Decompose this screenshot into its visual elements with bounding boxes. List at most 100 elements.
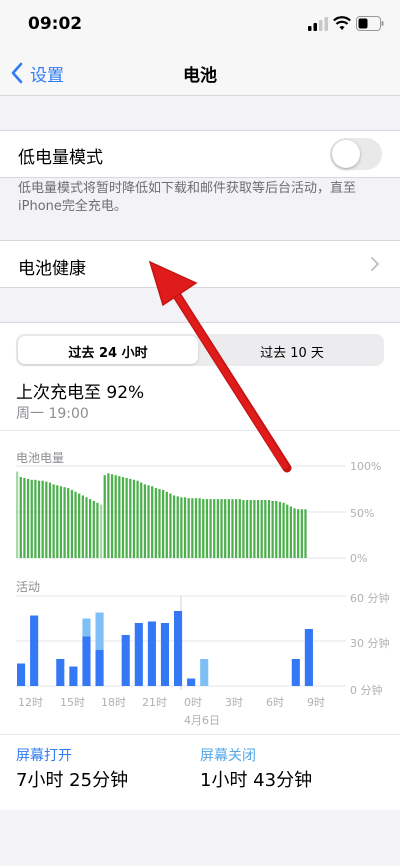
battery-bar [78,493,81,558]
battery-bar [209,499,212,558]
battery-bar [107,473,110,558]
battery-bar [140,482,143,558]
battery-bar [67,488,70,558]
battery-bar [30,479,33,558]
activity-bar-screen-on [134,623,143,686]
bottom-area [0,810,400,866]
battery-bar [132,479,136,558]
battery-bar [34,479,37,558]
battery-bar [205,499,209,558]
activity-bar-screen-on [56,659,65,686]
battery-bar [293,508,296,558]
battery-bar [194,498,198,558]
activity-bar-screen-off [95,612,104,650]
battery-level-chart [16,465,346,559]
battery-bar [176,496,179,558]
battery-bar [26,478,30,558]
date-label: 4月6日 [184,714,220,727]
screen-on-value: 7小时 25分钟 [16,770,129,791]
chevron-right-icon [371,257,380,271]
battery-bar [154,488,157,558]
battery-bar [48,482,52,558]
battery-bar [59,486,63,558]
activity-bar-screen-on [82,636,91,686]
battery-bar [169,493,172,558]
battery-bar [297,509,300,558]
battery-bar [282,502,285,558]
battery-bar [220,499,223,558]
battery-bar [129,478,132,558]
activity-bar-screen-on [95,650,104,686]
segment-24-hours[interactable]: 过去 24 小时 [16,342,200,361]
x-tick-18: 18时 [101,696,126,709]
activity-bar-screen-on [174,611,183,686]
activity-y-tick-60: 60 分钟 [350,592,390,605]
battery-health-label[interactable]: 电池健康 [18,254,86,279]
battery-bar [125,477,128,558]
activity-bar-screen-on [291,659,300,686]
battery-bar [52,484,55,558]
battery-bar [158,489,161,558]
battery-bar [238,499,241,558]
activity-bar-screen-on [160,623,170,686]
activity-bar-screen-on [69,666,78,686]
battery-bar [289,506,293,558]
battery-bar [180,497,183,558]
activity-bar-screen-on [304,629,313,686]
activity-chart [16,595,346,690]
x-tick-0: 0时 [184,696,202,709]
battery-bar [183,497,187,558]
battery-bar [165,491,168,558]
battery-bar [245,500,249,558]
battery-bar [118,476,121,558]
battery-bar [224,499,227,558]
activity-bar-screen-on [17,663,26,686]
battery-y-tick-50: 50% [350,507,375,520]
battery-bar [151,486,154,558]
battery-bar [264,500,267,558]
battery-bar [187,498,190,558]
battery-bar [110,474,114,558]
battery-bar [227,499,230,558]
battery-bar [74,491,77,558]
battery-bar [136,480,139,558]
battery-bar [304,509,307,558]
battery-bar [96,502,99,558]
battery-bar [41,480,44,558]
battery-bar [202,499,205,558]
battery-bar [147,485,150,558]
battery-bar [89,499,92,558]
battery-y-tick-0: 0% [350,552,368,565]
battery-bar [267,500,271,558]
low-power-mode-toggle[interactable] [330,138,382,170]
battery-bar [16,471,19,558]
low-power-mode-label: 低电量模式 [18,148,103,168]
activity-bar-screen-on [187,678,196,686]
battery-bar [114,475,117,558]
battery-bar [162,489,165,558]
toggle-knob [332,140,360,168]
battery-icon [356,16,384,31]
screen-on-label: 屏幕打开 [16,748,72,764]
battery-bar [231,499,234,558]
activity-bar-screen-off [200,659,209,686]
battery-bar [235,499,238,558]
segment-10-days[interactable]: 过去 10 天 [200,342,384,361]
battery-bar [81,495,84,558]
battery-bar [253,500,256,558]
battery-bar [242,500,245,558]
cellular-signal-icon [308,17,328,31]
battery-bar [271,500,274,558]
battery-bar [103,475,106,558]
battery-bar [92,500,95,558]
divider [0,734,400,735]
battery-bar [213,499,216,558]
status-time: 09:02 [28,14,83,34]
x-tick-15: 15时 [60,696,85,709]
page-title: 电池 [183,66,217,86]
battery-bar [37,480,41,558]
battery-bar [191,498,194,558]
battery-bar [300,509,303,558]
battery-bar [198,498,201,558]
battery-bar [256,500,260,558]
